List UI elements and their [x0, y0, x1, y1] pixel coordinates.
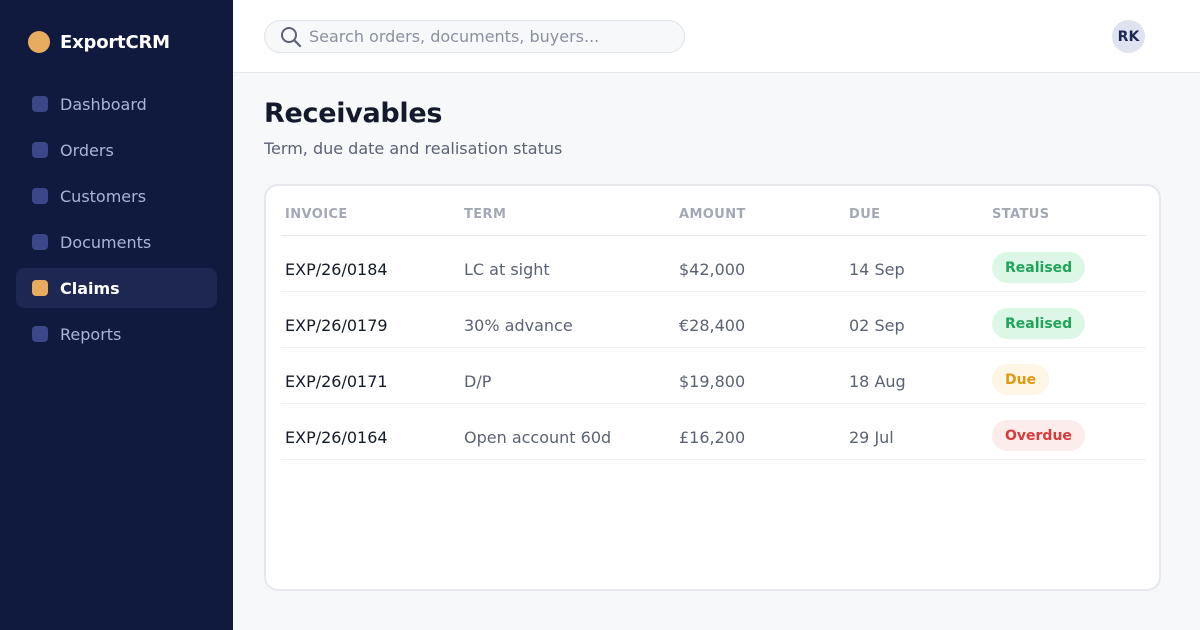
- sidebar-item-claims[interactable]: Claims: [16, 268, 217, 308]
- sidebar-item-dashboard[interactable]: Dashboard: [16, 84, 217, 124]
- avatar[interactable]: RK: [1112, 20, 1145, 53]
- term-cell: D/P: [464, 372, 492, 391]
- sidebar: ExportCRM Dashboard Orders Customers Doc…: [0, 0, 233, 630]
- status-badge: Realised: [992, 252, 1086, 283]
- status-badge: Realised: [992, 308, 1086, 339]
- sidebar-item-reports[interactable]: Reports: [16, 314, 217, 354]
- sidebar-item-label: Reports: [60, 324, 122, 344]
- status-badge: Due: [992, 364, 1050, 395]
- dashboard-icon: [32, 96, 48, 112]
- top-bar: RK: [233, 0, 1200, 73]
- term-cell: LC at sight: [464, 260, 550, 279]
- column-header-invoice[interactable]: INVOICE: [285, 207, 348, 222]
- receivables-card: INVOICE TERM AMOUNT DUE STATUS EXP/26/01…: [264, 184, 1161, 591]
- table-row[interactable]: EXP/26/0184 LC at sight $42,000 14 Sep R…: [281, 236, 1146, 292]
- due-cell: 29 Jul: [849, 428, 894, 447]
- invoice-cell[interactable]: EXP/26/0164: [285, 428, 388, 447]
- due-cell: 18 Aug: [849, 372, 906, 391]
- sidebar-item-label: Orders: [60, 140, 114, 160]
- amount-cell: $19,800: [679, 372, 746, 391]
- amount-cell: $42,000: [679, 260, 746, 279]
- search-icon: [281, 26, 302, 47]
- claims-icon: [32, 280, 48, 296]
- due-cell: 02 Sep: [849, 316, 905, 335]
- invoice-cell[interactable]: EXP/26/0171: [285, 372, 388, 391]
- table-row[interactable]: EXP/26/0171 D/P $19,800 18 Aug Due: [281, 348, 1146, 404]
- amount-cell: £16,200: [679, 428, 746, 447]
- column-header-status[interactable]: STATUS: [992, 207, 1049, 222]
- column-header-amount[interactable]: AMOUNT: [679, 207, 746, 222]
- due-cell: 14 Sep: [849, 260, 905, 279]
- search-box[interactable]: [264, 20, 685, 53]
- column-header-term[interactable]: TERM: [464, 207, 506, 222]
- sidebar-item-label: Documents: [60, 232, 152, 252]
- orders-icon: [32, 142, 48, 158]
- sidebar-nav: Dashboard Orders Customers Documents Cla…: [16, 84, 217, 360]
- table-header: INVOICE TERM AMOUNT DUE STATUS: [281, 186, 1146, 236]
- invoice-cell[interactable]: EXP/26/0179: [285, 316, 388, 335]
- brand-logo-icon: [28, 31, 50, 53]
- documents-icon: [32, 234, 48, 250]
- page-title: Receivables: [264, 98, 443, 129]
- term-cell: 30% advance: [464, 316, 573, 335]
- amount-cell: €28,400: [679, 316, 746, 335]
- sidebar-item-documents[interactable]: Documents: [16, 222, 217, 262]
- reports-icon: [32, 326, 48, 342]
- brand-name: ExportCRM: [60, 31, 170, 53]
- invoice-cell[interactable]: EXP/26/0184: [285, 260, 388, 279]
- receivables-table: INVOICE TERM AMOUNT DUE STATUS EXP/26/01…: [281, 186, 1146, 460]
- column-header-due[interactable]: DUE: [849, 207, 880, 222]
- customers-icon: [32, 188, 48, 204]
- page-subtitle: Term, due date and realisation status: [264, 139, 563, 158]
- sidebar-item-label: Claims: [60, 278, 120, 298]
- sidebar-item-label: Dashboard: [60, 94, 147, 114]
- sidebar-item-orders[interactable]: Orders: [16, 130, 217, 170]
- term-cell: Open account 60d: [464, 428, 612, 447]
- sidebar-item-label: Customers: [60, 186, 147, 206]
- table-row[interactable]: EXP/26/0179 30% advance €28,400 02 Sep R…: [281, 292, 1146, 348]
- search-input[interactable]: [309, 27, 669, 46]
- table-row[interactable]: EXP/26/0164 Open account 60d £16,200 29 …: [281, 404, 1146, 460]
- brand[interactable]: ExportCRM: [28, 30, 170, 54]
- status-badge: Overdue: [992, 420, 1085, 451]
- sidebar-item-customers[interactable]: Customers: [16, 176, 217, 216]
